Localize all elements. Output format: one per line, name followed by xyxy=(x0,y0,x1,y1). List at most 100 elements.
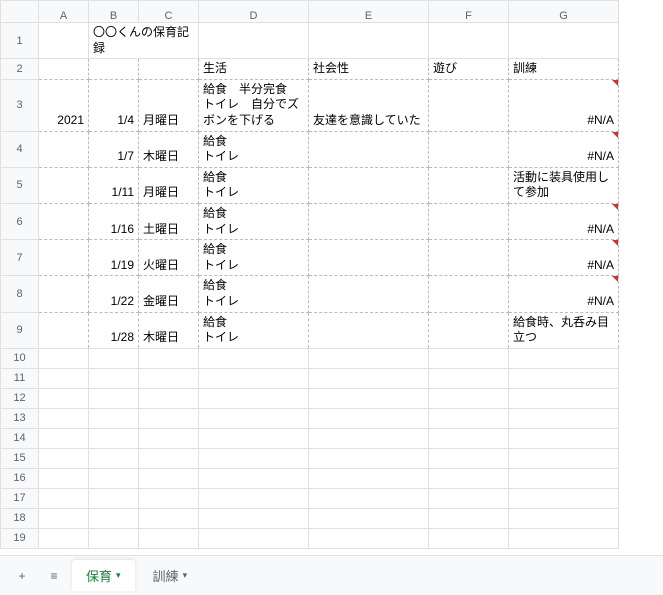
row-header[interactable]: 19 xyxy=(1,528,39,548)
cell[interactable] xyxy=(509,468,619,488)
cell[interactable] xyxy=(309,488,429,508)
cell-training[interactable]: #N/A xyxy=(509,240,619,276)
cell[interactable] xyxy=(89,428,139,448)
cell-social[interactable]: 友達を意識していた xyxy=(309,79,429,131)
cell[interactable] xyxy=(429,276,509,312)
cell[interactable] xyxy=(429,408,509,428)
cell[interactable] xyxy=(139,428,199,448)
cell[interactable] xyxy=(39,131,89,167)
cell-weekday[interactable]: 火曜日 xyxy=(139,240,199,276)
header-training[interactable]: 訓練 xyxy=(509,59,619,80)
cell[interactable] xyxy=(199,348,309,368)
cell[interactable] xyxy=(429,312,509,348)
cell[interactable] xyxy=(39,167,89,203)
cell-weekday[interactable]: 月曜日 xyxy=(139,79,199,131)
col-header-F[interactable]: F xyxy=(429,1,509,23)
cell[interactable] xyxy=(309,23,429,59)
cell-weekday[interactable]: 木曜日 xyxy=(139,312,199,348)
cell[interactable] xyxy=(39,368,89,388)
cell[interactable] xyxy=(39,408,89,428)
cell[interactable] xyxy=(139,468,199,488)
cell-play[interactable] xyxy=(429,79,509,131)
cell-date[interactable]: 1/22 xyxy=(89,276,139,312)
cell[interactable] xyxy=(429,368,509,388)
cell[interactable] xyxy=(89,59,139,80)
row-header[interactable]: 16 xyxy=(1,468,39,488)
cell[interactable] xyxy=(509,448,619,468)
cell-date[interactable]: 1/28 xyxy=(89,312,139,348)
cell[interactable] xyxy=(309,240,429,276)
cell[interactable] xyxy=(39,312,89,348)
cell[interactable] xyxy=(429,23,509,59)
col-header-D[interactable]: D xyxy=(199,1,309,23)
cell[interactable] xyxy=(309,348,429,368)
row-header[interactable]: 2 xyxy=(1,59,39,80)
cell[interactable] xyxy=(139,448,199,468)
cell[interactable] xyxy=(429,388,509,408)
cell[interactable] xyxy=(309,528,429,548)
cell[interactable] xyxy=(309,131,429,167)
sheet-tab-active[interactable]: 保育▾ xyxy=(72,560,135,591)
cell-weekday[interactable]: 月曜日 xyxy=(139,167,199,203)
cell[interactable] xyxy=(429,508,509,528)
cell[interactable] xyxy=(199,488,309,508)
cell-weekday[interactable]: 木曜日 xyxy=(139,131,199,167)
header-play[interactable]: 遊び xyxy=(429,59,509,80)
cell[interactable] xyxy=(199,508,309,528)
cell[interactable] xyxy=(89,488,139,508)
cell[interactable] xyxy=(509,368,619,388)
row-header[interactable]: 5 xyxy=(1,167,39,203)
cell[interactable] xyxy=(429,167,509,203)
cell[interactable] xyxy=(199,408,309,428)
cell[interactable] xyxy=(509,428,619,448)
cell[interactable] xyxy=(309,468,429,488)
cell[interactable] xyxy=(199,468,309,488)
cell-training[interactable]: #N/A xyxy=(509,131,619,167)
cell[interactable] xyxy=(39,528,89,548)
cell-date[interactable]: 1/4 xyxy=(89,79,139,131)
sheet-tab-other[interactable]: 訓練▾ xyxy=(139,560,202,591)
cell[interactable] xyxy=(39,428,89,448)
row-header[interactable]: 11 xyxy=(1,368,39,388)
row-header[interactable]: 14 xyxy=(1,428,39,448)
cell[interactable] xyxy=(139,528,199,548)
cell[interactable] xyxy=(429,203,509,239)
cell-weekday[interactable]: 土曜日 xyxy=(139,203,199,239)
col-header-B[interactable]: B xyxy=(89,1,139,23)
cell[interactable] xyxy=(509,388,619,408)
cell-training[interactable]: #N/A xyxy=(509,79,619,131)
cell-training[interactable]: #N/A xyxy=(509,203,619,239)
cell-weekday[interactable]: 金曜日 xyxy=(139,276,199,312)
cell[interactable] xyxy=(199,23,309,59)
cell[interactable] xyxy=(509,23,619,59)
cell[interactable] xyxy=(139,488,199,508)
cell[interactable] xyxy=(139,388,199,408)
cell-life[interactable]: 給食 トイレ xyxy=(199,276,309,312)
cell[interactable] xyxy=(39,508,89,528)
header-social[interactable]: 社会性 xyxy=(309,59,429,80)
row-header[interactable]: 17 xyxy=(1,488,39,508)
cell[interactable] xyxy=(429,131,509,167)
cell[interactable] xyxy=(39,488,89,508)
cell-life[interactable]: 給食 トイレ xyxy=(199,131,309,167)
cell[interactable] xyxy=(309,388,429,408)
cell[interactable] xyxy=(39,448,89,468)
cell-training[interactable]: 活動に装具使用して参加 xyxy=(509,167,619,203)
cell-date[interactable]: 1/11 xyxy=(89,167,139,203)
cell[interactable] xyxy=(309,167,429,203)
cell[interactable] xyxy=(139,508,199,528)
all-sheets-button[interactable]: ≡ xyxy=(40,562,68,590)
cell[interactable] xyxy=(429,240,509,276)
cell[interactable] xyxy=(89,388,139,408)
cell[interactable] xyxy=(309,276,429,312)
cell[interactable] xyxy=(89,528,139,548)
row-header[interactable]: 3 xyxy=(1,79,39,131)
cell[interactable] xyxy=(309,408,429,428)
cell-training[interactable]: 給食時、丸呑み目立つ xyxy=(509,312,619,348)
cell[interactable] xyxy=(89,348,139,368)
cell-date[interactable]: 1/19 xyxy=(89,240,139,276)
cell[interactable] xyxy=(509,348,619,368)
cell[interactable] xyxy=(139,368,199,388)
cell[interactable] xyxy=(139,348,199,368)
cell-life[interactable]: 給食 トイレ xyxy=(199,167,309,203)
